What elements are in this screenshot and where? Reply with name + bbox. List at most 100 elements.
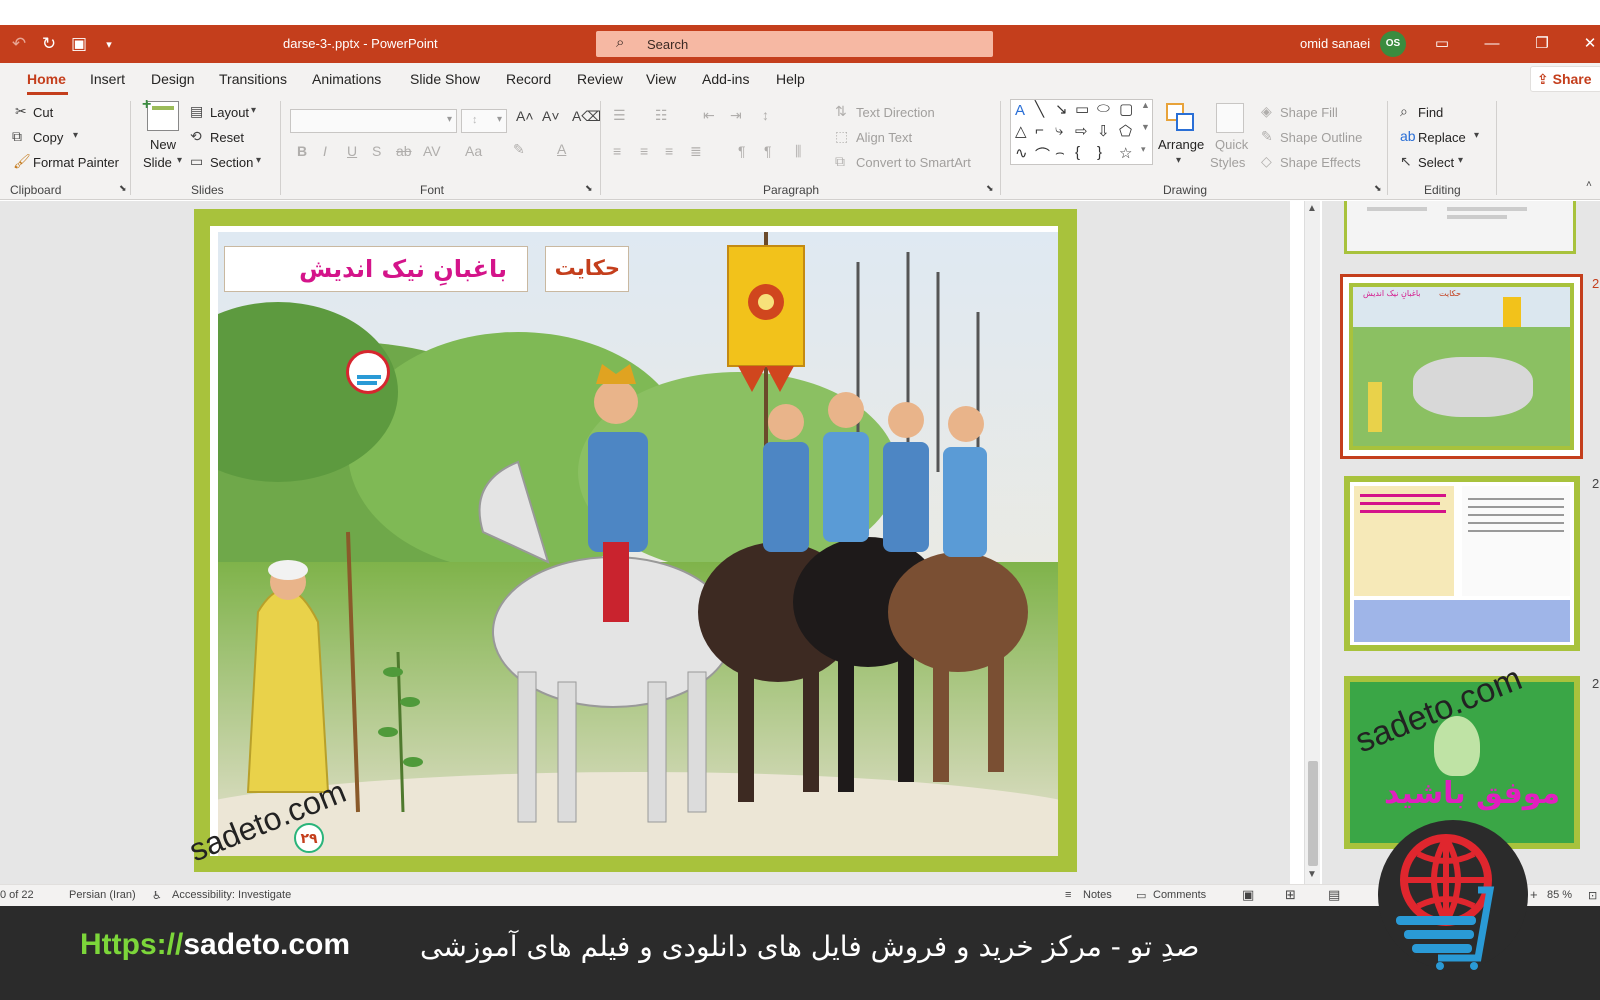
- quick-styles-icon[interactable]: [1216, 103, 1244, 133]
- curve-shape-icon[interactable]: ∿: [1015, 144, 1028, 162]
- shapes-gallery[interactable]: A ╲ ↘ ▭ ⬭ ▢ △ ⌐ ⤷ ⇨ ⇩ ⬠ ∿ ⌒ ⌢ { } ☆ ▲ ▼ …: [1010, 99, 1153, 165]
- slide-illustration[interactable]: [218, 232, 1058, 856]
- banner-url[interactable]: Https://sadeto.com: [80, 928, 350, 962]
- numbering-icon[interactable]: ☷: [655, 107, 668, 124]
- cut-button[interactable]: Cut: [33, 105, 53, 120]
- align-text-button[interactable]: Align Text: [856, 130, 912, 145]
- clipboard-launcher-icon[interactable]: ⬊: [119, 183, 127, 194]
- font-launcher-icon[interactable]: ⬊: [585, 183, 593, 194]
- replace-button[interactable]: Replace: [1418, 130, 1466, 145]
- scrollbar-thumb[interactable]: [1308, 761, 1318, 866]
- font-family-select[interactable]: ▾: [290, 109, 457, 133]
- normal-view-icon[interactable]: ▣: [1242, 887, 1254, 903]
- collapse-ribbon-icon[interactable]: ˄: [1586, 179, 1592, 190]
- connector-shape-icon[interactable]: ⌐: [1035, 122, 1044, 139]
- convert-smartart-button[interactable]: Convert to SmartArt: [856, 155, 971, 170]
- highlight-icon[interactable]: ✎: [513, 141, 525, 158]
- arc-shape-icon[interactable]: ⌒: [1035, 144, 1050, 165]
- tab-home[interactable]: Home: [27, 71, 66, 87]
- shape-fill-button[interactable]: Shape Fill: [1280, 105, 1338, 120]
- rectangle-shape-icon[interactable]: ▭: [1075, 100, 1089, 118]
- close-icon[interactable]: ✕: [1578, 32, 1600, 56]
- new-slide-label-2[interactable]: Slide: [143, 155, 172, 170]
- new-slide-icon[interactable]: +: [142, 96, 179, 131]
- left-brace-shape-icon[interactable]: {: [1075, 144, 1080, 161]
- gallery-more-icon[interactable]: ▾: [1141, 144, 1146, 155]
- shape-outline-button[interactable]: Shape Outline: [1280, 130, 1362, 145]
- change-case-icon[interactable]: Aa: [465, 143, 482, 159]
- redo-icon[interactable]: ↻: [34, 34, 64, 54]
- comments-button[interactable]: Comments: [1153, 889, 1206, 901]
- justify-icon[interactable]: ≣: [690, 143, 702, 160]
- customize-qat-icon[interactable]: ▾: [94, 38, 124, 51]
- right-arrow-shape-icon[interactable]: ⇨: [1075, 122, 1088, 140]
- select-dropdown-icon[interactable]: ▾: [1458, 155, 1463, 166]
- minimize-icon[interactable]: —: [1480, 32, 1504, 56]
- zoom-level[interactable]: 85 %: [1547, 889, 1572, 901]
- select-button[interactable]: Select: [1418, 155, 1454, 170]
- tab-design[interactable]: Design: [151, 71, 195, 87]
- tab-view[interactable]: View: [646, 71, 676, 87]
- search-box[interactable]: ⌕ Search: [596, 31, 993, 57]
- arrange-button[interactable]: Arrange: [1158, 137, 1204, 152]
- zoom-in-icon[interactable]: +: [1530, 887, 1538, 902]
- elbow-shape-icon[interactable]: ⤷: [1055, 122, 1063, 139]
- character-spacing-icon[interactable]: AV: [423, 143, 441, 159]
- align-right-icon[interactable]: ≡: [665, 143, 673, 159]
- replace-dropdown-icon[interactable]: ▾: [1474, 130, 1479, 141]
- decrease-indent-icon[interactable]: ⇤: [703, 107, 715, 124]
- gallery-down-icon[interactable]: ▼: [1141, 122, 1150, 132]
- share-button[interactable]: ⇪ Share: [1530, 66, 1600, 92]
- scroll-down-icon[interactable]: ▼: [1307, 869, 1317, 880]
- tab-insert[interactable]: Insert: [90, 71, 125, 87]
- ltr-icon[interactable]: ¶: [738, 143, 746, 159]
- copy-button[interactable]: Copy: [33, 130, 63, 145]
- quick-styles-label-1[interactable]: Quick: [1215, 137, 1248, 152]
- line-spacing-icon[interactable]: ↕: [762, 107, 769, 123]
- notes-button[interactable]: Notes: [1083, 889, 1112, 901]
- quick-styles-label-2[interactable]: Styles: [1210, 155, 1245, 170]
- arrow-line-shape-icon[interactable]: ↘: [1055, 100, 1068, 118]
- grow-font-icon[interactable]: A˄: [516, 108, 534, 124]
- underline-icon[interactable]: U: [347, 143, 357, 159]
- paragraph-launcher-icon[interactable]: ⬊: [986, 183, 994, 194]
- oval-shape-icon[interactable]: ⬭: [1097, 100, 1110, 117]
- gallery-up-icon[interactable]: ▲: [1141, 100, 1150, 110]
- flowchart-shape-icon[interactable]: ⬠: [1119, 122, 1132, 140]
- reset-button[interactable]: Reset: [210, 130, 244, 145]
- right-brace-shape-icon[interactable]: }: [1097, 144, 1102, 161]
- shape-effects-button[interactable]: Shape Effects: [1280, 155, 1361, 170]
- strikethrough-icon[interactable]: ab: [396, 143, 412, 159]
- avatar[interactable]: OS: [1380, 31, 1406, 57]
- slide-label-box[interactable]: حکایت: [545, 246, 629, 292]
- slide-thumbnail[interactable]: [1344, 476, 1580, 651]
- ribbon-display-icon[interactable]: ▭: [1430, 32, 1454, 56]
- font-size-select[interactable]: ↕ ▾: [461, 109, 507, 133]
- language-indicator[interactable]: Persian (Iran): [69, 889, 136, 901]
- slide-thumbnail-selected[interactable]: باغبانِ نیک اندیش حکایت: [1340, 274, 1583, 459]
- bullets-icon[interactable]: ☰: [613, 107, 626, 124]
- line-shape-icon[interactable]: ╲: [1035, 100, 1044, 118]
- format-painter-button[interactable]: Format Painter: [33, 155, 119, 170]
- new-slide-dropdown-icon[interactable]: ▾: [177, 155, 182, 166]
- align-center-icon[interactable]: ≡: [640, 143, 648, 159]
- arrange-icon[interactable]: [1166, 103, 1194, 133]
- slide-sorter-icon[interactable]: ⊞: [1285, 887, 1296, 903]
- tab-slide-show[interactable]: Slide Show: [410, 71, 480, 87]
- increase-indent-icon[interactable]: ⇥: [730, 107, 742, 124]
- freeform-shape-icon[interactable]: ⌢: [1055, 144, 1065, 161]
- section-dropdown-icon[interactable]: ▾: [256, 155, 261, 166]
- rtl-icon[interactable]: ¶: [764, 143, 772, 159]
- columns-icon[interactable]: ⫼: [795, 143, 801, 160]
- reading-view-icon[interactable]: ▤: [1328, 887, 1340, 903]
- slide-title-box[interactable]: باغبانِ نیک اندیش: [224, 246, 528, 292]
- fit-slide-icon[interactable]: ⊡: [1588, 889, 1597, 902]
- layout-button[interactable]: Layout: [210, 105, 249, 120]
- italic-icon[interactable]: I: [323, 143, 327, 159]
- tab-animations[interactable]: Animations: [312, 71, 381, 87]
- triangle-shape-icon[interactable]: △: [1015, 122, 1027, 140]
- undo-icon[interactable]: ↶: [4, 34, 34, 54]
- down-arrow-shape-icon[interactable]: ⇩: [1097, 122, 1110, 140]
- slide-thumbnail[interactable]: [1344, 201, 1576, 254]
- scroll-up-icon[interactable]: ▲: [1307, 203, 1317, 214]
